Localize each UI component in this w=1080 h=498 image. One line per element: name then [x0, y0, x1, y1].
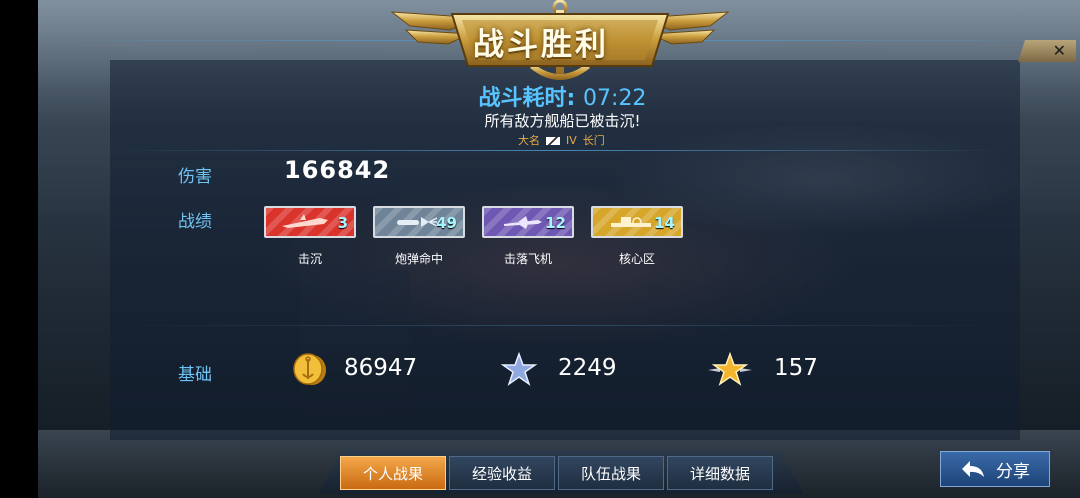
- medal-count: 14: [654, 214, 675, 232]
- ship-name: 大名: [518, 134, 540, 147]
- exp-value: 2249: [558, 355, 617, 381]
- exp-star-icon: [500, 351, 538, 386]
- ship-tier: IV: [566, 134, 577, 147]
- ship-sunk-icon: [282, 214, 328, 228]
- plane-down-icon: [504, 216, 542, 229]
- medal-label: 炮弹命中: [394, 252, 443, 266]
- tab-team-results[interactable]: 队伍战果: [558, 456, 664, 490]
- medal-sunk[interactable]: 3: [264, 206, 356, 238]
- victory-title: 战斗胜利: [473, 26, 609, 63]
- elite-exp-icon: [708, 351, 752, 386]
- tab-detailed-data[interactable]: 详细数据: [667, 456, 773, 490]
- damage-label: 伤害: [178, 167, 212, 187]
- close-icon: ✕: [1052, 41, 1066, 60]
- shell-hit-icon: [397, 217, 438, 227]
- medal-label: 核心区: [618, 252, 655, 266]
- battle-time-value: 07:22: [583, 86, 647, 111]
- citadel-icon: [611, 217, 651, 227]
- share-label: 分享: [996, 461, 1030, 482]
- coin-icon: [293, 353, 326, 385]
- medal-shell-hit[interactable]: 49: [373, 206, 465, 238]
- medal-label: 击落飞机: [503, 252, 552, 266]
- medal-count: 12: [545, 214, 566, 232]
- battle-time: 战斗耗时: 07:22: [0, 80, 1080, 112]
- elite-exp-value: 157: [774, 355, 818, 381]
- damage-value: 166842: [284, 156, 391, 184]
- medal-count: 49: [436, 214, 457, 232]
- tab-experience[interactable]: 经验收益: [449, 456, 555, 490]
- share-button[interactable]: 分享: [940, 451, 1050, 487]
- medal-label: 击沉: [297, 252, 322, 266]
- divider: [110, 150, 1010, 151]
- ship-info: 大名 IV 长门: [518, 132, 611, 148]
- ship-rank: 长门: [582, 134, 605, 147]
- battle-result-text: 所有敌方舰船已被击沉!: [484, 112, 641, 130]
- screen-edge: [0, 0, 38, 498]
- medal-citadel[interactable]: 14: [591, 206, 683, 238]
- base-label: 基础: [178, 365, 212, 385]
- medal-plane-down[interactable]: 12: [482, 206, 574, 238]
- battle-time-label: 战斗耗时:: [478, 86, 576, 111]
- achievements-label: 战绩: [178, 212, 212, 232]
- coins-value: 86947: [344, 355, 418, 381]
- share-arrow-icon: [962, 461, 984, 477]
- divider: [110, 325, 1010, 326]
- tab-personal-results[interactable]: 个人战果: [340, 456, 446, 490]
- medal-count: 3: [337, 214, 348, 232]
- flag-icon: [546, 137, 560, 145]
- close-button[interactable]: ✕: [1018, 40, 1076, 62]
